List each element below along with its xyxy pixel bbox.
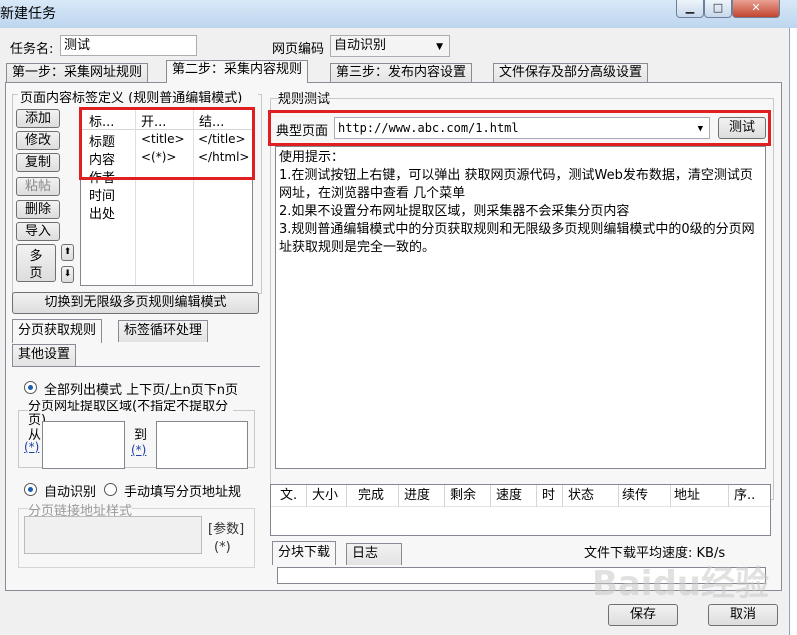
col-size[interactable]: 大小 — [309, 485, 347, 507]
to-label: 到 — [134, 428, 148, 443]
col-header-start[interactable]: 开... — [141, 111, 186, 130]
table-row[interactable]: 标题 <title> </title> — [81, 131, 252, 150]
row-start: <title> — [141, 132, 185, 146]
task-window: 任务名: 测试 网页编码 自动识别 ▼ 第一步：采集网址规则 第二步：采集内容规… — [0, 28, 790, 635]
tab-other-settings[interactable]: 其他设置 — [12, 344, 77, 366]
multi-page-button[interactable]: 多页 — [16, 244, 56, 282]
col-time[interactable]: 时 — [539, 485, 563, 507]
tab-paging-rules[interactable]: 分页获取规则 — [12, 319, 103, 343]
table-row[interactable]: 作者 — [81, 167, 252, 186]
col-progress[interactable]: 进度 — [401, 485, 445, 507]
sample-url-value: http://www.abc.com/1.html — [338, 121, 519, 135]
row-name: 作者 — [89, 171, 116, 186]
col-remaining[interactable]: 剩余 — [447, 485, 491, 507]
maximize-button[interactable]: □ — [704, 0, 732, 18]
delete-button[interactable]: 删除 — [16, 200, 60, 219]
add-button[interactable]: 添加 — [16, 109, 60, 128]
radio-list-all[interactable] — [24, 381, 37, 394]
save-button[interactable]: 保存 — [608, 604, 678, 626]
col-address[interactable]: 地址 — [671, 485, 729, 507]
from-textarea[interactable] — [42, 421, 125, 469]
pattern-textarea[interactable] — [24, 516, 202, 554]
close-button[interactable]: ✕ — [732, 0, 780, 18]
row-end: </title> — [198, 132, 246, 146]
encoding-value: 自动识别 — [334, 38, 387, 53]
hint-line-3: 3.规则普通编辑模式中的分页获取规则和无限级多页规则编辑模式中的0级的分页网址获… — [279, 222, 755, 255]
sample-page-label: 典型页面 — [276, 124, 329, 139]
to-wildcard-link[interactable]: (*) — [131, 443, 146, 457]
table-row[interactable]: 时间 — [81, 185, 252, 204]
tab-log[interactable]: 日志 — [346, 543, 402, 565]
tab-step1[interactable]: 第一步：采集网址规则 — [6, 63, 149, 83]
radio-auto-label: 自动识别 — [44, 485, 97, 500]
row-name: 出处 — [89, 207, 116, 222]
encoding-label: 网页编码 — [272, 42, 325, 57]
param-label[interactable]: [参数] — [208, 518, 244, 537]
download-list[interactable]: 文. 大小 完成 进度 剩余 速度 时 状态 续传 地址 序.. — [270, 484, 771, 536]
radio-manual-label: 手动填写分页地址规 — [124, 485, 242, 500]
radio-auto-detect[interactable] — [24, 483, 37, 496]
tab-step3[interactable]: 第三步：发布内容设置 — [330, 63, 473, 83]
table-row[interactable]: 内容 <(*)> </html> — [81, 149, 252, 168]
tag-table-header: 标... 开... 结... — [81, 109, 252, 130]
col-resume[interactable]: 续传 — [619, 485, 671, 507]
col-status[interactable]: 状态 — [565, 485, 619, 507]
test-button[interactable]: 测试 — [718, 117, 766, 139]
watermark-logo: Baidu经验 — [591, 564, 769, 604]
from-wildcard-link[interactable]: (*) — [24, 440, 42, 454]
param-wildcard[interactable]: (*) — [214, 540, 231, 555]
table-row[interactable]: 出处 — [81, 203, 252, 222]
col-index[interactable]: 序.. — [731, 485, 769, 507]
modify-button[interactable]: 修改 — [16, 131, 60, 150]
tab-chunk-download[interactable]: 分块下载 — [272, 541, 337, 565]
col-speed[interactable]: 速度 — [493, 485, 537, 507]
radio-manual[interactable] — [104, 483, 117, 496]
tag-table: 标... 开... 结... 标题 <title> </title> 内容 <(… — [80, 108, 253, 286]
hint-output-area[interactable]: 使用提示： 1.在测试按钮上右键，可以弹出 获取网页源代码，测试Web发布数据，… — [275, 146, 766, 469]
row-name: 内容 — [89, 153, 116, 168]
import-button[interactable]: 导入 — [16, 222, 60, 241]
tab-tag-loop[interactable]: 标签循环处理 — [118, 320, 209, 342]
to-textarea[interactable] — [156, 421, 248, 469]
copy-button[interactable]: 复制 — [16, 153, 60, 172]
row-name: 时间 — [89, 189, 116, 204]
task-name-label: 任务名: — [10, 42, 54, 57]
row-end: </html> — [198, 150, 250, 164]
download-list-header: 文. 大小 完成 进度 剩余 速度 时 状态 续传 地址 序.. — [271, 485, 770, 507]
hint-line-2: 2.如果不设置分布网址提取区域，则采集器不会采集分页内容 — [279, 204, 630, 219]
chevron-down-icon: ▼ — [436, 42, 443, 52]
col-file[interactable]: 文. — [277, 485, 307, 507]
tab-step2[interactable]: 第二步：采集内容规则 — [166, 60, 309, 83]
chevron-down-icon: ▼ — [697, 124, 703, 134]
window-title: 新建任务 — [0, 6, 56, 22]
hint-heading: 使用提示： — [279, 150, 345, 165]
tag-definition-title: 页面内容标签定义 (规则普通编辑模式) — [18, 87, 258, 103]
move-up-button[interactable]: ⬆ — [61, 244, 74, 261]
col-header-end[interactable]: 结... — [199, 111, 244, 130]
row-name: 标题 — [89, 135, 116, 150]
radio-list-all-label: 全部列出模式 上下页/上n页下n页 — [44, 383, 238, 398]
cancel-button[interactable]: 取消 — [708, 604, 778, 626]
row-start: <(*)> — [141, 150, 177, 164]
switch-mode-button[interactable]: 切换到无限级多页规则编辑模式 — [12, 292, 259, 314]
hint-line-1: 1.在测试按钮上右键，可以弹出 获取网页源代码，测试Web发布数据，清空测试页网… — [279, 168, 753, 201]
sample-url-combobox[interactable]: http://www.abc.com/1.html ▼ — [334, 117, 710, 139]
minimize-button[interactable]: ▁ — [676, 0, 704, 18]
move-down-button[interactable]: ⬇ — [61, 266, 74, 283]
title-bar: 新建任务 ▁ □ ✕ — [0, 0, 797, 28]
paste-button[interactable]: 粘帖 — [16, 177, 60, 196]
col-header-tag[interactable]: 标... — [89, 111, 134, 130]
encoding-select[interactable]: 自动识别 ▼ — [330, 35, 450, 57]
tab-step4[interactable]: 文件保存及部分高级设置 — [493, 63, 649, 83]
col-done[interactable]: 完成 — [355, 485, 399, 507]
task-name-input[interactable]: 测试 — [60, 35, 197, 56]
